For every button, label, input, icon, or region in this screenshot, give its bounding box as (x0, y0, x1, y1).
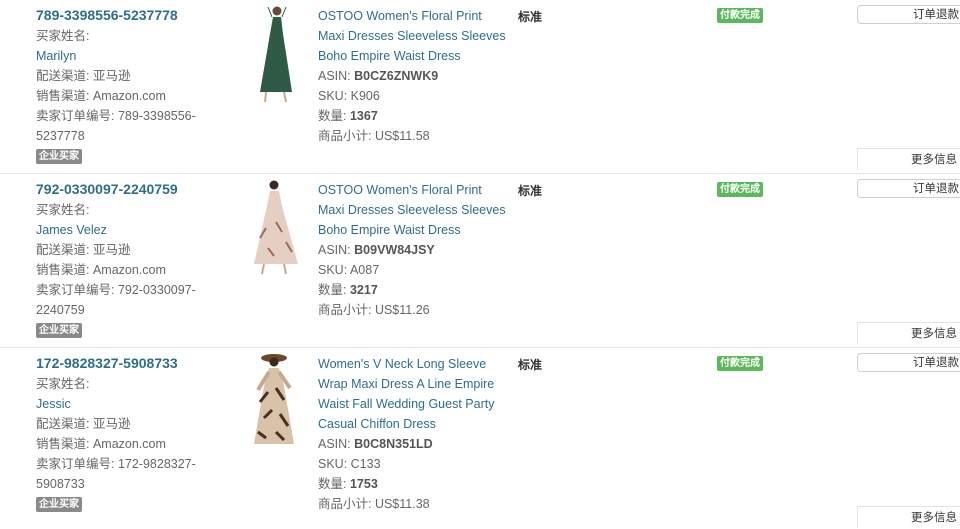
buyer-name-link[interactable]: Marilyn (36, 46, 236, 66)
product-title-line[interactable]: Maxi Dresses Sleeveless Sleeves (318, 200, 518, 220)
asin: ASIN: B0CZ6ZNWK9 (318, 66, 518, 86)
business-buyer-badge: 企业买家 (36, 497, 82, 512)
sales-channel: 销售渠道: Amazon.com (36, 437, 166, 451)
business-buyer-badge: 企业买家 (36, 323, 82, 338)
seller-order-id-line2: 5237778 (36, 129, 85, 143)
buyer-name-link[interactable]: Jessic (36, 394, 236, 414)
seller-order-id: 卖家订单编号: 792-0330097- 2240759 (36, 280, 236, 320)
order-info: 172-9828327-5908733 买家姓名: Jessic 配送渠道: 亚… (36, 354, 236, 512)
seller-order-id-line1: 卖家订单编号: 172-9828327- (36, 457, 196, 471)
fulfillment-channel: 配送渠道: 亚马逊 (36, 243, 131, 257)
order-id-link[interactable]: 792-0330097-2240759 (36, 180, 236, 198)
order-id-link[interactable]: 172-9828327-5908733 (36, 354, 236, 372)
quantity: 数量: 1367 (318, 106, 518, 126)
order-list: 789-3398556-5237778 买家姓名: Marilyn 配送渠道: … (0, 0, 960, 528)
seller-order-id: 卖家订单编号: 789-3398556- 5237778 (36, 106, 236, 146)
quantity-label: 数量: (318, 109, 347, 123)
product-title-line[interactable]: Maxi Dresses Sleeveless Sleeves (318, 26, 518, 46)
asin: ASIN: B0C8N351LD (318, 434, 518, 454)
quantity-value: 1753 (349, 477, 378, 491)
fulfillment-channel: 配送渠道: 亚马逊 (36, 69, 131, 83)
shipping-service: 标准 (518, 10, 543, 24)
seller-order-id-line1: 卖家订单编号: 792-0330097- (36, 283, 196, 297)
sales-channel: 销售渠道: Amazon.com (36, 89, 166, 103)
quantity-value: 3217 (349, 283, 378, 297)
quantity-label: 数量: (318, 477, 347, 491)
asin: ASIN: B09VW84JSY (318, 240, 518, 260)
product-image[interactable] (246, 178, 304, 278)
product-title-line[interactable]: Women's V Neck Long Sleeve (318, 354, 518, 374)
order-row: 789-3398556-5237778 买家姓名: Marilyn 配送渠道: … (0, 0, 960, 172)
product-title-line[interactable]: OSTOO Women's Floral Print (318, 180, 518, 200)
order-row: 792-0330097-2240759 买家姓名: James Velez 配送… (0, 173, 960, 346)
product-title-line[interactable]: Casual Chiffon Dress (318, 414, 518, 434)
product-info: OSTOO Women's Floral Print Maxi Dresses … (318, 180, 518, 320)
item-subtotal: 商品小计: US$11.38 (318, 497, 430, 511)
asin-value: B0CZ6ZNWK9 (354, 69, 439, 83)
order-info: 789-3398556-5237778 买家姓名: Marilyn 配送渠道: … (36, 6, 236, 164)
product-title-line[interactable]: Wrap Maxi Dress A Line Empire (318, 374, 518, 394)
asin-value: B09VW84JSY (354, 243, 435, 257)
asin-label: ASIN: (318, 243, 351, 257)
product-title-line[interactable]: OSTOO Women's Floral Print (318, 6, 518, 26)
sku: SKU: A087 (318, 263, 380, 277)
status-badge: 付款完成 (717, 356, 763, 371)
status-badge: 付款完成 (717, 8, 763, 23)
seller-order-id: 卖家订单编号: 172-9828327- 5908733 (36, 454, 236, 494)
product-title-line[interactable]: Boho Empire Waist Dress (318, 46, 518, 66)
sku: SKU: K906 (318, 89, 380, 103)
buyer-name-link[interactable]: James Velez (36, 220, 236, 240)
quantity-label: 数量: (318, 283, 347, 297)
product-info: OSTOO Women's Floral Print Maxi Dresses … (318, 6, 518, 146)
more-info-button[interactable]: 更多信息 (857, 148, 960, 170)
seller-order-id-line1: 卖家订单编号: 789-3398556- (36, 109, 196, 123)
sku: SKU: C133 (318, 457, 381, 471)
product-image[interactable] (246, 352, 304, 452)
refund-order-button[interactable]: 订单退款 (857, 179, 960, 198)
product-title-line[interactable]: Boho Empire Waist Dress (318, 220, 518, 240)
fulfillment-channel: 配送渠道: 亚马逊 (36, 417, 131, 431)
seller-order-id-line2: 2240759 (36, 303, 85, 317)
item-subtotal: 商品小计: US$11.58 (318, 129, 430, 143)
quantity: 数量: 1753 (318, 474, 518, 494)
quantity: 数量: 3217 (318, 280, 518, 300)
order-id-link[interactable]: 789-3398556-5237778 (36, 6, 236, 24)
asin-label: ASIN: (318, 437, 351, 451)
more-info-button[interactable]: 更多信息 (857, 506, 960, 528)
buyer-name-label: 买家姓名: (36, 203, 90, 217)
asin-value: B0C8N351LD (354, 437, 433, 451)
shipping-service: 标准 (518, 358, 543, 372)
product-title-line[interactable]: Waist Fall Wedding Guest Party (318, 394, 518, 414)
refund-order-button[interactable]: 订单退款 (857, 5, 960, 24)
buyer-name-label: 买家姓名: (36, 29, 90, 43)
business-buyer-badge: 企业买家 (36, 149, 82, 164)
shipping-service: 标准 (518, 184, 543, 198)
item-subtotal: 商品小计: US$11.26 (318, 303, 430, 317)
quantity-value: 1367 (349, 109, 378, 123)
refund-order-button[interactable]: 订单退款 (857, 353, 960, 372)
order-row: 172-9828327-5908733 买家姓名: Jessic 配送渠道: 亚… (0, 347, 960, 528)
product-info: Women's V Neck Long Sleeve Wrap Maxi Dre… (318, 354, 518, 514)
order-info: 792-0330097-2240759 买家姓名: James Velez 配送… (36, 180, 236, 338)
seller-order-id-line2: 5908733 (36, 477, 85, 491)
product-image[interactable] (246, 4, 304, 104)
asin-label: ASIN: (318, 69, 351, 83)
sales-channel: 销售渠道: Amazon.com (36, 263, 166, 277)
buyer-name-label: 买家姓名: (36, 377, 90, 391)
more-info-button[interactable]: 更多信息 (857, 322, 960, 344)
status-badge: 付款完成 (717, 182, 763, 197)
